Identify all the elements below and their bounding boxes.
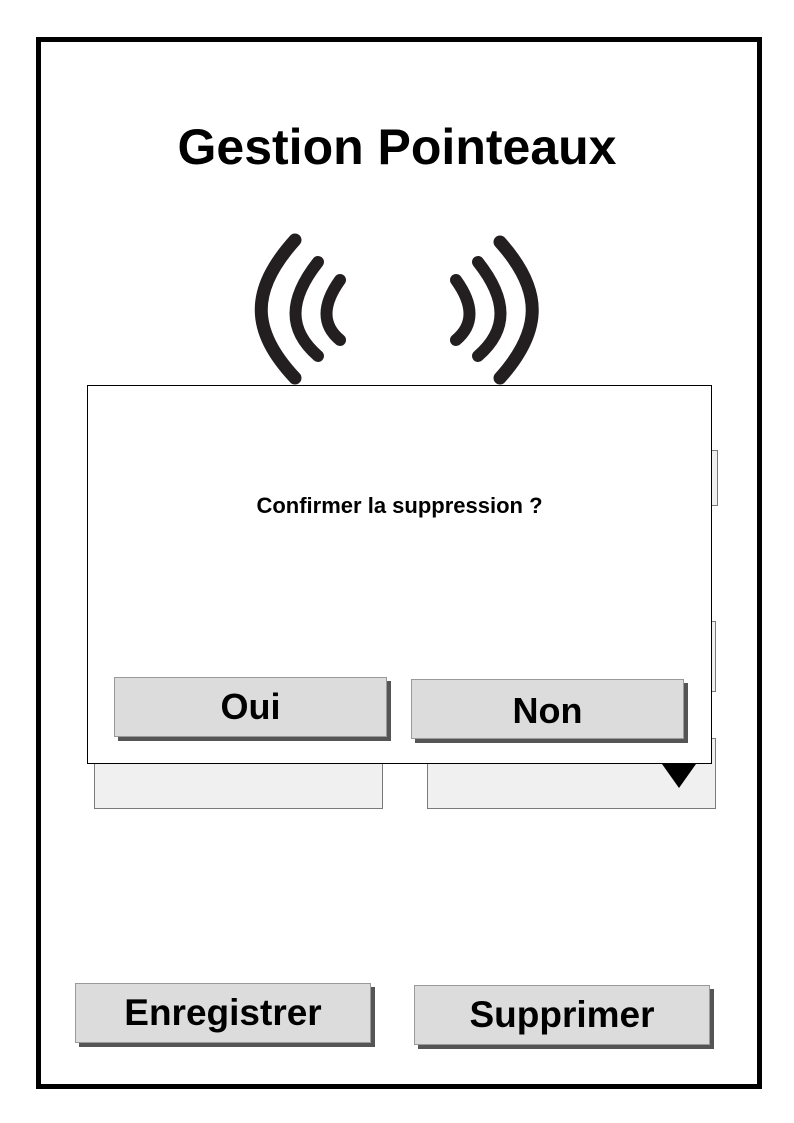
dialog-message: Confirmer la suppression ? <box>256 493 543 518</box>
confirm-dialog: Confirmer la suppression ? Oui Non <box>87 385 712 764</box>
nfc-signal-icon <box>254 233 539 385</box>
page-title: Gestion Pointeaux <box>177 119 617 175</box>
no-button[interactable]: Non <box>411 679 684 739</box>
yes-button[interactable]: Oui <box>114 677 387 737</box>
delete-button[interactable]: Supprimer <box>414 985 710 1045</box>
save-button[interactable]: Enregistrer <box>75 983 371 1043</box>
triangle-down-icon[interactable] <box>662 764 696 788</box>
